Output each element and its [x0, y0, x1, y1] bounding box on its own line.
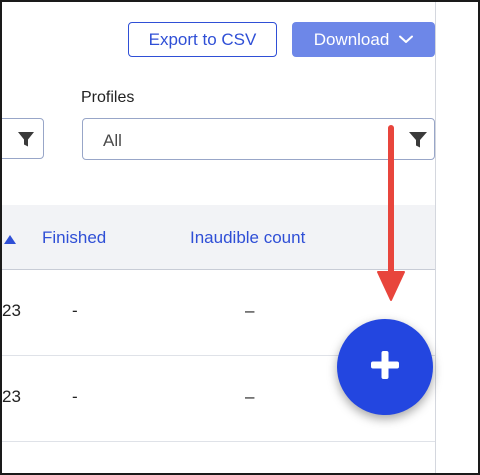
previous-filter-select[interactable] [2, 118, 44, 159]
cell-inaudible-count: – [245, 301, 255, 320]
cell-date: 23 [2, 387, 21, 406]
cell-date: 23 [2, 301, 21, 320]
panel-right-border [435, 2, 436, 473]
column-header-inaudible-count[interactable]: Inaudible count [190, 228, 305, 248]
download-button[interactable]: Download [292, 22, 435, 57]
download-label: Download [313, 29, 390, 49]
chevron-down-icon [399, 35, 414, 44]
filter-funnel-icon[interactable] [17, 130, 35, 153]
column-header-finished[interactable]: Finished [42, 228, 106, 248]
cell-finished: - [72, 387, 78, 406]
export-csv-button[interactable]: Export to CSV [128, 22, 277, 57]
plus-icon [369, 349, 401, 386]
sort-ascending-icon[interactable] [4, 231, 16, 249]
profiles-label: Profiles [81, 89, 135, 106]
profiles-selected-value: All [103, 131, 122, 150]
cell-inaudible-count: – [245, 387, 255, 406]
app-frame: Export to CSV Download Profiles All Fini… [0, 0, 480, 475]
filter-funnel-icon[interactable] [408, 130, 428, 154]
red-arrow-icon [374, 124, 408, 309]
add-fab-button[interactable] [337, 319, 433, 415]
cell-finished: - [72, 301, 78, 320]
export-csv-label: Export to CSV [148, 29, 257, 49]
